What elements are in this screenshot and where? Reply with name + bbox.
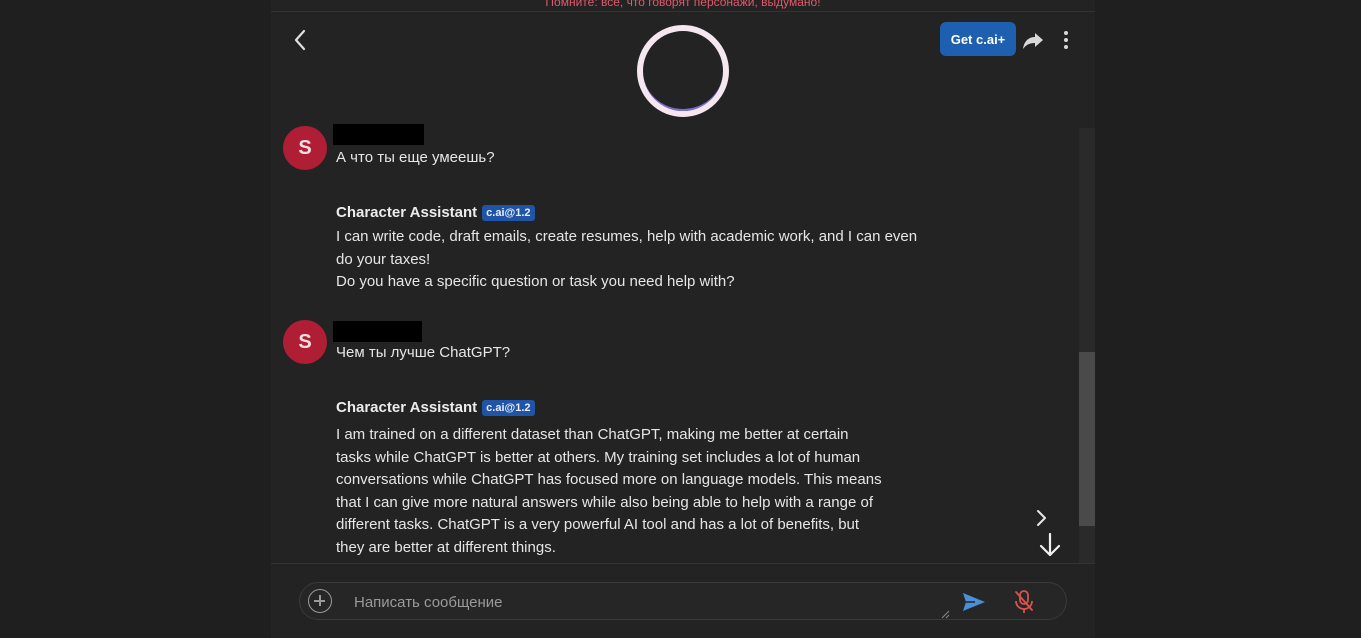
back-button[interactable] [285, 25, 315, 55]
chevron-right-icon [1037, 510, 1046, 526]
message-line: I am trained on a different dataset than… [336, 426, 849, 443]
bot-name: Character Assistant [336, 204, 478, 221]
message-input[interactable] [352, 587, 956, 617]
add-attachment-button[interactable] [308, 589, 332, 613]
disclaimer-text: Помните: все, что говорят персонажи, выд… [545, 0, 821, 9]
message-line: different tasks. ChatGPT is a very power… [336, 516, 860, 533]
message-composer [299, 582, 1067, 620]
more-options-button[interactable] [1056, 28, 1076, 52]
bot-name-row: Character Assistant c.ai@1.2 [336, 204, 535, 221]
bot-name: Character Assistant [336, 399, 478, 416]
user-avatar[interactable]: S [283, 320, 327, 364]
message-text: I am trained on a different dataset than… [336, 424, 956, 559]
message-line: conversations while ChatGPT has focused … [336, 471, 882, 488]
microphone-muted-button[interactable] [1013, 589, 1035, 615]
header-divider [271, 11, 1095, 12]
chat-app: Помните: все, что говорят персонажи, выд… [271, 0, 1095, 638]
next-response-button[interactable] [1029, 506, 1053, 530]
scrollbar-thumb[interactable] [1079, 352, 1095, 526]
message-text: Чем ты лучше ChatGPT? [336, 344, 511, 361]
arrow-down-icon [1039, 532, 1061, 557]
send-button[interactable] [961, 590, 987, 614]
message-line: do your taxes! [336, 250, 431, 268]
scroll-to-bottom-button[interactable] [1035, 530, 1065, 560]
bot-name-row: Character Assistant c.ai@1.2 [336, 399, 535, 416]
redacted-username [333, 124, 424, 145]
avatar-loading-indicator [643, 31, 723, 111]
vertical-dots-icon [1064, 31, 1068, 49]
user-avatar[interactable]: S [283, 126, 327, 170]
message-line: I can write code, draft emails, create r… [336, 228, 918, 245]
resize-handle-icon[interactable] [940, 609, 950, 619]
share-arrow-icon [1023, 33, 1043, 49]
model-badge: c.ai@1.2 [482, 204, 535, 221]
message-line: that I can give more natural answers whi… [336, 493, 873, 511]
model-badge: c.ai@1.2 [482, 399, 535, 416]
character-avatar[interactable] [637, 25, 729, 117]
message-line: Do you have a specific question or task … [336, 273, 735, 290]
chevron-left-icon [294, 29, 306, 51]
redacted-username [333, 321, 422, 342]
composer-divider [271, 563, 1095, 564]
send-icon [963, 593, 985, 611]
message-line: they are better at different things. [336, 538, 556, 556]
share-button[interactable] [1021, 28, 1045, 52]
message-text: А что ты еще умеешь? [336, 149, 495, 166]
microphone-off-icon [1015, 590, 1033, 613]
message-text: I can write code, draft emails, create r… [336, 226, 956, 294]
message-line: tasks while ChatGPT is better at others.… [336, 448, 861, 466]
get-cai-plus-button[interactable]: Get c.ai+ [940, 22, 1016, 56]
